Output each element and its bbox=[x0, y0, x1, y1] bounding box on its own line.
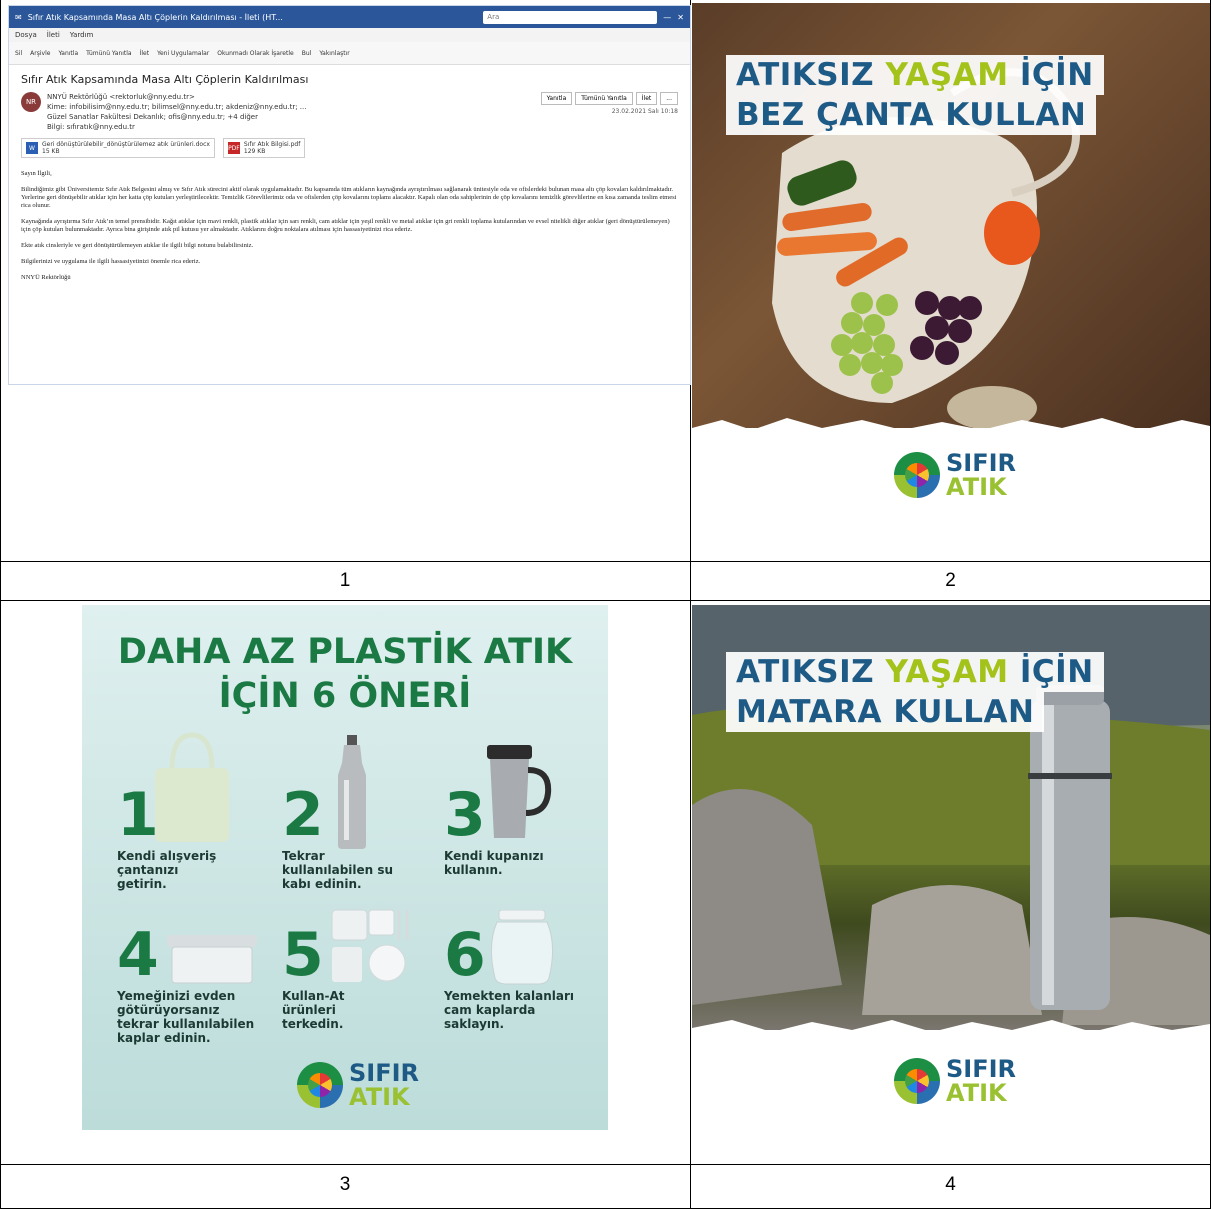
menu-bar: Dosya İleti Yardım bbox=[9, 28, 690, 42]
poster-title-line-1: DAHA AZ PLASTİK ATIK bbox=[117, 632, 573, 672]
poster-six-tips: DAHA AZ PLASTİK ATIK İÇİN 6 ÖNERİ 1 Kend… bbox=[82, 605, 608, 1130]
headline-line-2: MATARA KULLAN bbox=[726, 692, 1045, 732]
sender-name[interactable]: NNYÜ Rektörlüğü <rektorluk@nny.edu.tr> bbox=[47, 92, 535, 102]
tip-1: 1 Kendi alışveriş çantanızı getirin. bbox=[117, 780, 217, 891]
body-paragraph: Bilgilerinizi ve uygulama ile ilgili has… bbox=[21, 258, 201, 265]
minimize-icon[interactable]: — bbox=[663, 13, 671, 22]
menu-item-message[interactable]: İleti bbox=[47, 31, 60, 39]
attachment-size: 15 KB bbox=[42, 148, 60, 155]
delete-button[interactable]: Sil bbox=[15, 50, 22, 57]
sifir-atik-logo: SIFIR ATIK bbox=[894, 1057, 1016, 1105]
poster-thermos: ATIKSIZ YAŞAM İÇİN MATARA KULLAN SIFIR AT… bbox=[692, 605, 1210, 1160]
signature: NNYÜ Rektörlüğü bbox=[21, 274, 71, 281]
table-border-left bbox=[0, 0, 1, 1209]
pdf-icon: PDF bbox=[227, 142, 240, 154]
find-button[interactable]: Bul bbox=[302, 50, 312, 57]
tip-4: 4 Yemeğinizi evden götürüyorsanız tekrar… bbox=[117, 920, 255, 1045]
caption-1: 1 bbox=[339, 570, 351, 591]
headline-line-2: BEZ ÇANTA KULLAN bbox=[726, 95, 1097, 135]
torn-paper-edge bbox=[692, 418, 1210, 448]
attachment-size: 129 KB bbox=[243, 148, 266, 155]
sifir-atik-logo: SIFIR ATIK bbox=[297, 1061, 419, 1109]
recipients-to: Kime: infobilisim@nny.edu.tr; bilimsel@n… bbox=[47, 103, 307, 111]
more-action[interactable]: ... bbox=[660, 92, 678, 105]
headline-line-1: ATIKSIZ YAŞAM İÇİN bbox=[726, 652, 1104, 692]
forward-action[interactable]: İlet bbox=[635, 92, 658, 105]
message-actions: Yanıtla Tümünü Yanıtla İlet ... bbox=[540, 92, 678, 105]
caption-4: 4 bbox=[945, 1174, 956, 1195]
caption-3: 3 bbox=[339, 1174, 351, 1195]
tip-5: 5 Kullan-At ürünleri terkedin. bbox=[282, 920, 345, 1031]
email-date: 23.02.2021 Salı 10:18 bbox=[611, 108, 678, 115]
sender-block: NNYÜ Rektörlüğü <rektorluk@nny.edu.tr> K… bbox=[47, 92, 535, 132]
reply-button[interactable]: Yanıtla bbox=[58, 50, 78, 57]
zoom-button[interactable]: Yakınlaştır bbox=[319, 50, 349, 57]
forward-button[interactable]: İlet bbox=[140, 50, 149, 57]
body-paragraph: Ekte atık cinsleriyle ve geri dönüştürül… bbox=[21, 242, 254, 249]
close-icon[interactable]: ✕ bbox=[677, 13, 684, 22]
attachment-name: Sıfır Atık Bilgisi.pdf bbox=[243, 141, 301, 148]
menu-item-file[interactable]: Dosya bbox=[15, 31, 37, 39]
tip-2: 2 Tekrar kullanılabilen su kabı edinin. bbox=[282, 780, 394, 891]
headline-line-1: ATIKSIZ YAŞAM İÇİN bbox=[726, 55, 1104, 95]
body-greeting: Sayın İlgili, bbox=[21, 170, 52, 177]
avatar: NR bbox=[21, 92, 41, 112]
email-screenshot: ✉ Sıfır Atık Kapsamında Masa Altı Çöpler… bbox=[8, 5, 691, 385]
recycle-flower-icon bbox=[894, 1058, 940, 1104]
email-subject: Sıfır Atık Kapsamında Masa Altı Çöplerin… bbox=[21, 73, 309, 86]
sifir-atik-logo: SIFIR ATIK bbox=[894, 451, 1016, 499]
attachments: W Geri dönüştürülebilir_dönüştürülemez a… bbox=[9, 134, 690, 162]
tip-3: 3 Kendi kupanızı kullanın. bbox=[444, 780, 544, 877]
attachment-name: Geri dönüştürülebilir_dönüştürülemez atı… bbox=[42, 141, 210, 148]
email-header: NR NNYÜ Rektörlüğü <rektorluk@nny.edu.tr… bbox=[9, 90, 690, 134]
poster-cloth-bag: ATIKSIZ YAŞAM İÇİN BEZ ÇANTA KULLAN SIFI… bbox=[692, 3, 1210, 561]
table-divider bbox=[0, 600, 1211, 601]
recycle-flower-icon bbox=[894, 452, 940, 498]
attachment-docx[interactable]: W Geri dönüştürülebilir_dönüştürülemez a… bbox=[21, 138, 215, 158]
window-title: Sıfır Atık Kapsamında Masa Altı Çöplerin… bbox=[27, 12, 283, 22]
attachment-pdf[interactable]: PDF Sıfır Atık Bilgisi.pdf 129 KB bbox=[222, 138, 306, 158]
poster-title-line-2: İÇİN 6 ÖNERİ bbox=[218, 676, 472, 716]
body-paragraph: Kaynağında ayrıştırma Sıfır Atık’ın teme… bbox=[21, 218, 670, 233]
reply-all-action[interactable]: Tümünü Yanıtla bbox=[575, 92, 633, 105]
email-body: Sayın İlgili, Bilindiğimiz gibi Üniversi… bbox=[9, 162, 690, 298]
tip-6: 6 Yemekten kalanları cam kaplarda saklay… bbox=[444, 920, 575, 1031]
torn-paper-edge bbox=[692, 1020, 1210, 1050]
caption-2: 2 bbox=[945, 570, 956, 591]
recipients-to-2: Güzel Sanatlar Fakültesi Dekanlık; ofis@… bbox=[47, 113, 258, 121]
word-icon: W bbox=[26, 142, 38, 154]
outlook-icon: ✉ bbox=[15, 12, 22, 22]
window-titlebar: ✉ Sıfır Atık Kapsamında Masa Altı Çöpler… bbox=[9, 6, 690, 28]
menu-item-help[interactable]: Yardım bbox=[70, 31, 94, 39]
search-input[interactable]: Ara bbox=[483, 10, 658, 24]
table-divider bbox=[0, 561, 1211, 562]
recycle-flower-icon bbox=[297, 1062, 343, 1108]
mark-unread-button[interactable]: Okunmadı Olarak İşaretle bbox=[217, 50, 293, 57]
table-divider bbox=[0, 1164, 1211, 1165]
archive-button[interactable]: Arşivle bbox=[30, 50, 50, 57]
reply-all-button[interactable]: Tümünü Yanıtla bbox=[86, 50, 132, 57]
body-paragraph: Bilindiğimiz gibi Üniversitemiz Sıfır At… bbox=[21, 186, 677, 209]
ribbon-toolbar: Sil Arşivle Yanıtla Tümünü Yanıtla İlet … bbox=[9, 42, 690, 65]
recipients-cc: Bilgi: sıfıratık@nny.edu.tr bbox=[47, 123, 135, 131]
new-apps-button[interactable]: Yeni Uygulamalar bbox=[157, 50, 209, 57]
reply-action[interactable]: Yanıtla bbox=[540, 92, 573, 105]
